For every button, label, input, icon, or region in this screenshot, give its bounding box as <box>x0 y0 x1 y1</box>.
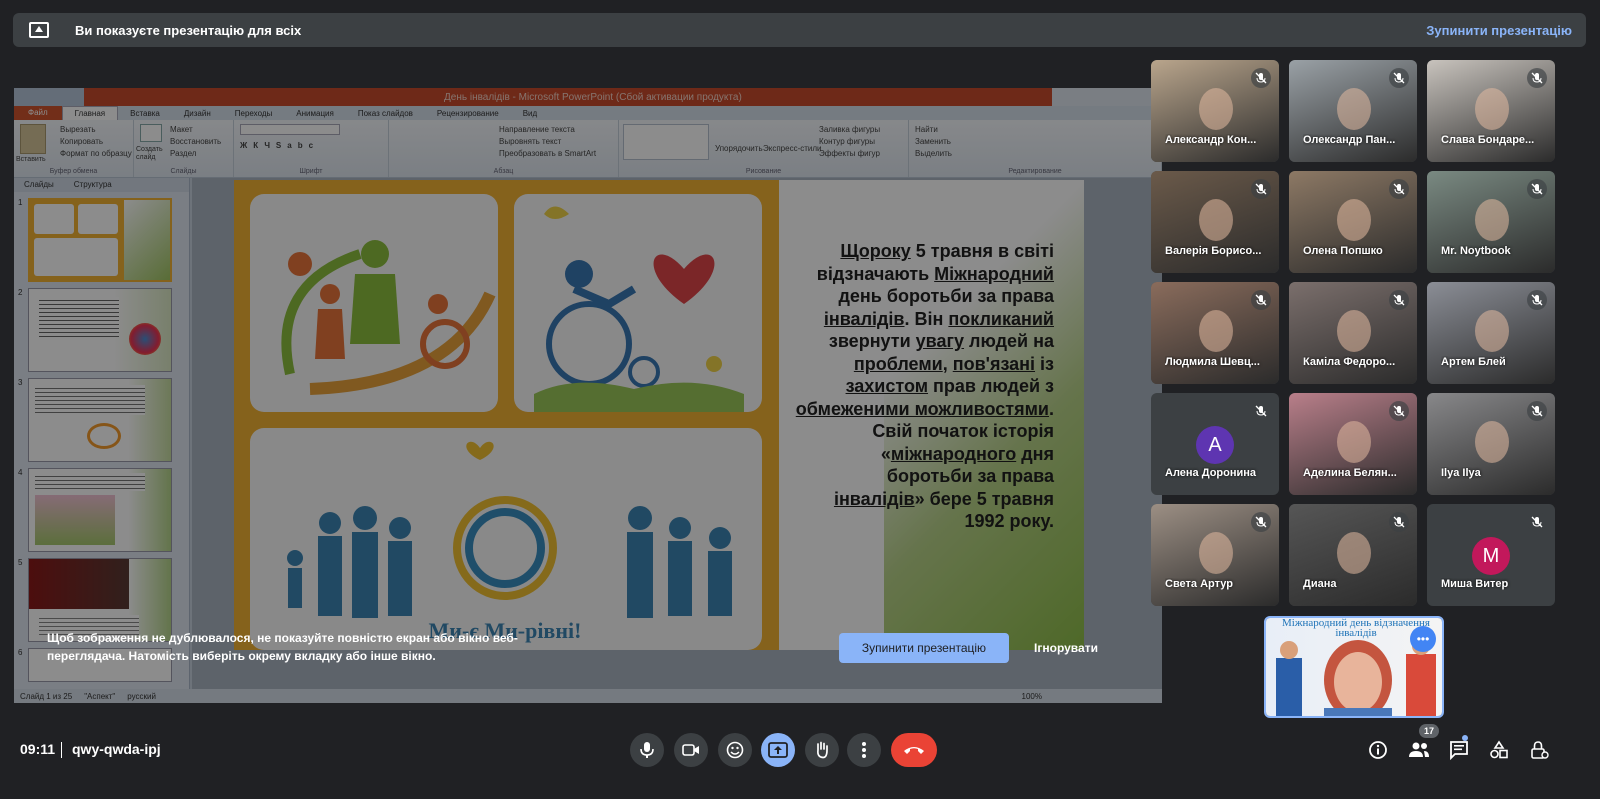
participant-tile[interactable]: Ilya Ilya <box>1427 393 1555 495</box>
mic-off-icon <box>1389 290 1409 310</box>
mic-off-icon <box>1527 512 1547 532</box>
mic-off-icon <box>1251 512 1271 532</box>
share-dim-overlay <box>14 88 1162 703</box>
participant-name: Олександр Пан... <box>1303 134 1396 146</box>
participant-name: Миша Витер <box>1441 578 1509 590</box>
participant-name: Света Артур <box>1165 578 1233 590</box>
mic-off-icon <box>1251 290 1271 310</box>
participant-tile[interactable]: Mr. Noytbook <box>1427 171 1555 273</box>
participant-name: Людмила Шевц... <box>1165 356 1260 368</box>
mic-off-icon <box>1389 68 1409 88</box>
participant-name: Александр Кон... <box>1165 134 1257 146</box>
mic-off-icon <box>1251 68 1271 88</box>
activities-button[interactable] <box>1487 738 1511 762</box>
presenting-message: Ви показуєте презентацію для всіх <box>75 22 302 38</box>
present-to-all-icon <box>29 22 49 38</box>
more-options-button[interactable] <box>847 733 881 767</box>
mic-button[interactable] <box>630 733 664 767</box>
present-icon <box>768 742 788 758</box>
people-icon <box>1409 742 1429 757</box>
meeting-code: qwy-qwda-ipj <box>72 741 161 757</box>
participant-avatar: M <box>1472 537 1510 575</box>
participant-tile[interactable]: Света Артур <box>1151 504 1279 606</box>
camera-button[interactable] <box>674 733 708 767</box>
participant-tile[interactable]: M Миша Витер <box>1427 504 1555 606</box>
activities-icon <box>1490 740 1508 759</box>
participant-name: Слава Бондаре... <box>1441 134 1535 146</box>
participant-name: Диана <box>1303 578 1337 590</box>
people-button[interactable] <box>1407 738 1431 762</box>
mic-off-icon <box>1251 179 1271 199</box>
participant-name: Аделина Белян... <box>1303 467 1397 479</box>
host-controls-icon <box>1531 741 1549 759</box>
mic-off-icon <box>1251 401 1271 421</box>
mic-off-icon <box>1527 401 1547 421</box>
mic-off-icon <box>1527 68 1547 88</box>
present-button[interactable] <box>761 733 795 767</box>
participant-name: Mr. Noytbook <box>1441 245 1511 257</box>
host-controls-button[interactable] <box>1527 738 1551 762</box>
chat-icon <box>1450 741 1468 760</box>
mirror-warning-text: Щоб зображення не дублювалося, не показу… <box>47 631 518 663</box>
participant-tile[interactable]: Артем Блей <box>1427 282 1555 384</box>
participant-name: Олена Попшко <box>1303 245 1383 257</box>
mic-off-icon <box>1527 179 1547 199</box>
stop-presenting-link[interactable]: Зупинити презентацію <box>1426 23 1572 38</box>
participant-tile[interactable]: Слава Бондаре... <box>1427 60 1555 162</box>
divider <box>61 742 62 758</box>
emoji-button[interactable] <box>718 733 752 767</box>
ignore-button[interactable]: Ігнорувати <box>1030 633 1102 663</box>
more-options-icon[interactable]: ••• <box>1410 626 1436 652</box>
participant-name: Алена Доронина <box>1165 467 1257 479</box>
end-call-icon <box>904 747 924 754</box>
meeting-info-button[interactable] <box>1366 738 1390 762</box>
mic-off-icon <box>1389 512 1409 532</box>
participant-tile[interactable]: Людмила Шевц... <box>1151 282 1279 384</box>
raise-hand-icon <box>817 741 828 759</box>
mic-icon <box>640 742 654 758</box>
mic-off-icon <box>1389 401 1409 421</box>
mic-off-icon <box>1389 179 1409 199</box>
participant-name: Артем Блей <box>1441 356 1506 368</box>
participant-tile[interactable]: A Алена Доронина <box>1151 393 1279 495</box>
participant-tile[interactable]: Валерія Борисо... <box>1151 171 1279 273</box>
participant-count-badge: 17 <box>1419 724 1439 738</box>
info-icon <box>1369 741 1387 759</box>
participant-tile[interactable]: Александр Кон... <box>1151 60 1279 162</box>
participant-avatar: A <box>1196 426 1234 464</box>
raise-hand-button[interactable] <box>805 733 839 767</box>
participant-tile[interactable]: Олександр Пан... <box>1289 60 1417 162</box>
camera-icon <box>682 744 699 756</box>
participant-tile[interactable]: Каміла Федоро... <box>1289 282 1417 384</box>
participant-name: Каміла Федоро... <box>1303 356 1396 368</box>
participant-tile[interactable]: Диана <box>1289 504 1417 606</box>
participant-name: Ilya Ilya <box>1441 467 1481 479</box>
participant-tile[interactable]: Аделина Белян... <box>1289 393 1417 495</box>
end-call-button[interactable] <box>891 733 937 767</box>
emoji-icon <box>726 741 744 759</box>
shared-screen: День інвалідів - Microsoft PowerPoint (С… <box>14 88 1162 703</box>
chat-button[interactable] <box>1447 738 1471 762</box>
self-view-tile[interactable]: Міжнародний день відзначення інвалідів •… <box>1264 616 1444 718</box>
mic-off-icon <box>1527 290 1547 310</box>
more-vert-icon <box>862 742 866 758</box>
stop-presenting-button[interactable]: Зупинити презентацію <box>839 633 1009 663</box>
clock: 09:11 <box>20 741 56 757</box>
chat-unread-dot <box>1462 735 1468 741</box>
presenting-banner: Ви показуєте презентацію для всіх Зупини… <box>13 13 1586 47</box>
participant-tile[interactable]: Олена Попшко <box>1289 171 1417 273</box>
participant-name: Валерія Борисо... <box>1165 245 1262 257</box>
